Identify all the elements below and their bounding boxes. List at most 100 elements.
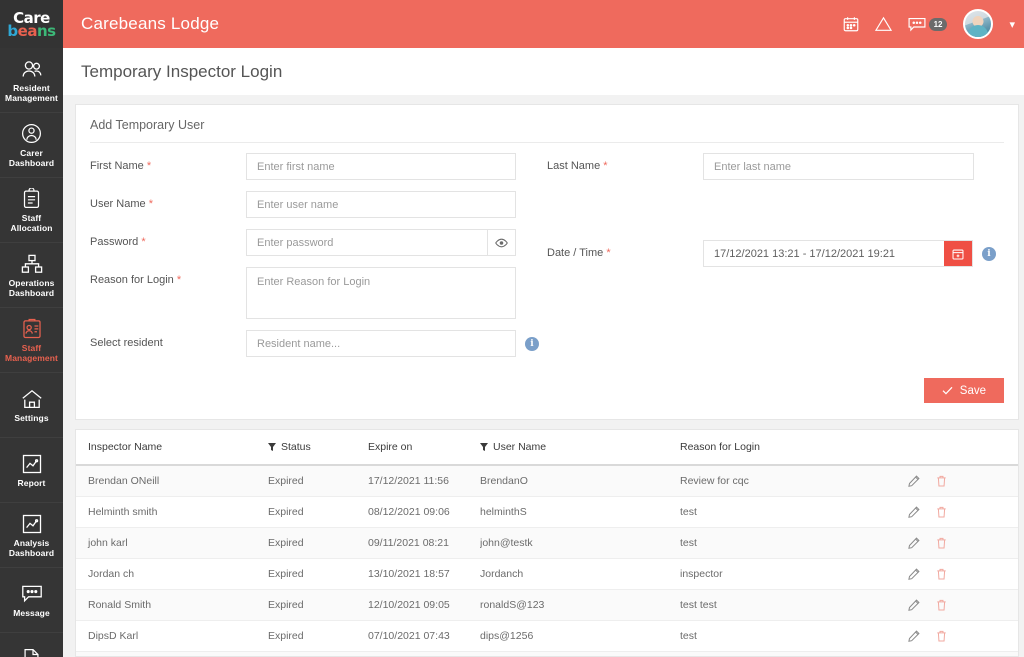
message-icon[interactable] [908, 17, 926, 32]
field-last-name: Last Name * Enter last name [547, 153, 1004, 180]
cell-inspector-name: Jordan ch [76, 558, 268, 590]
info-icon[interactable]: i [982, 246, 996, 261]
date-time-input[interactable]: 17/12/2021 13:21 - 17/12/2021 19:21 [704, 241, 944, 266]
label-text: User Name [90, 198, 146, 210]
sidebar-item-operations-dashboard[interactable]: Operations Dashboard [0, 243, 63, 308]
cell-status: Expired [268, 465, 368, 497]
sidebar-item-staff-management[interactable]: Staff Management [0, 308, 63, 373]
sidebar-item-label: Operations Dashboard [8, 278, 55, 298]
user-name-input[interactable]: Enter user name [246, 191, 516, 218]
column-label: Reason for Login [680, 441, 760, 453]
pencil-icon[interactable] [908, 506, 920, 518]
eye-icon[interactable] [487, 230, 515, 255]
cell-status: Expired [268, 620, 368, 652]
password-input[interactable]: Enter password [247, 230, 487, 255]
table-row: Ronald Smith Expired 12/10/2021 09:05 ronal… [76, 589, 1018, 621]
trash-icon[interactable] [936, 568, 947, 580]
calendar-icon[interactable] [944, 241, 972, 266]
trash-icon[interactable] [936, 630, 947, 642]
required-marker: * [603, 160, 608, 172]
sidebar-item-carer-dashboard[interactable]: Carer Dashboard [0, 113, 63, 178]
chart-icon [22, 452, 42, 475]
sidebar-item-resident-management[interactable]: Resident Management [0, 48, 63, 113]
trash-icon[interactable] [936, 537, 947, 549]
table-row: Brendan ONeill Expired 17/12/2021 11:56 Bre… [76, 465, 1018, 497]
sidebar-item-settings[interactable]: Settings [0, 373, 63, 438]
resident-search-input[interactable]: Resident name... [246, 330, 516, 357]
first-name-input[interactable]: Enter first name [246, 153, 516, 180]
cell-inspector-name: Bob Billingham [76, 651, 268, 656]
pencil-icon[interactable] [908, 475, 920, 487]
table-row: DipsD Karl Expired 07/10/2021 07:43 dips@12… [76, 620, 1018, 652]
cell-user-name: BrendanO [480, 465, 680, 497]
trash-icon[interactable] [936, 475, 947, 487]
document-icon [23, 647, 40, 657]
home-icon [21, 387, 43, 410]
table-row: john karl Expired 09/11/2021 08:21 john@tes… [76, 527, 1018, 559]
field-password: Password * Enter password [90, 229, 547, 256]
cell-status: Expired [268, 527, 368, 559]
cell-actions [908, 558, 1018, 590]
column-label: User Name [493, 441, 547, 453]
col-status[interactable]: Status [268, 430, 368, 466]
avatar[interactable] [963, 9, 994, 39]
col-expire-on[interactable]: Expire on [368, 430, 480, 466]
column-label: Expire on [368, 441, 413, 453]
app-logo[interactable]: Care beans [0, 0, 63, 48]
sidebar: Care beans Resident Management Carer Das… [0, 0, 63, 657]
cell-actions [908, 589, 1018, 621]
spacer-row [547, 191, 1004, 229]
sidebar-item-report[interactable]: Report [0, 438, 63, 503]
pencil-icon[interactable] [908, 568, 920, 580]
date-time-control: 17/12/2021 13:21 - 17/12/2021 19:21 i [703, 240, 1004, 267]
label-text: Reason for Login [90, 274, 174, 286]
date-time-input-group: 17/12/2021 13:21 - 17/12/2021 19:21 [703, 240, 973, 267]
sidebar-item-label: Message [13, 608, 50, 618]
filter-icon[interactable] [480, 442, 488, 452]
pencil-icon[interactable] [908, 599, 920, 611]
sidebar-item-label: Analysis Dashboard [8, 538, 55, 558]
sidebar-item-label: Settings [14, 413, 49, 423]
reason-label: Reason for Login * [90, 267, 246, 286]
pencil-icon[interactable] [908, 630, 920, 642]
sidebar-item-policies[interactable]: Policies [0, 633, 63, 657]
save-button[interactable]: Save [923, 378, 1004, 403]
sidebar-item-analysis-dashboard[interactable]: Analysis Dashboard [0, 503, 63, 568]
logo-line-2: beans [7, 22, 56, 40]
cell-reason: test [680, 496, 908, 528]
cell-reason: test [680, 527, 908, 559]
cell-reason: Resident inspection [680, 651, 908, 656]
last-name-control: Enter last name [703, 153, 1004, 180]
filter-icon[interactable] [268, 442, 276, 452]
calendar-icon[interactable] [843, 16, 859, 32]
first-name-control: Enter first name [246, 153, 547, 180]
reason-textarea[interactable]: Enter Reason for Login [246, 267, 516, 319]
field-select-resident: Select resident Resident name... i [90, 330, 547, 357]
sidebar-item-message[interactable]: Message [0, 568, 63, 633]
col-user-name[interactable]: User Name [480, 430, 680, 466]
info-icon[interactable]: i [525, 336, 539, 351]
required-marker: * [148, 198, 153, 210]
page-title: Temporary Inspector Login [81, 61, 283, 81]
col-inspector-name[interactable]: Inspector Name [76, 430, 268, 466]
add-temporary-user-card: Add Temporary User First Name * Enter fi… [75, 104, 1019, 420]
warning-triangle-icon[interactable] [874, 16, 892, 32]
trash-icon[interactable] [936, 599, 947, 611]
cell-expire-on: 02/10/2021 10:43 [368, 651, 480, 656]
col-reason-for-login[interactable]: Reason for Login [680, 430, 908, 466]
last-name-input[interactable]: Enter last name [703, 153, 974, 180]
pencil-icon[interactable] [908, 537, 920, 549]
field-reason-for-login: Reason for Login * Enter Reason for Logi… [90, 267, 547, 319]
app-root: Care beans Resident Management Carer Das… [0, 0, 1024, 657]
user-name-control: Enter user name [246, 191, 547, 218]
table-header-row: Inspector Name Status Expire on User Nam… [76, 430, 1018, 466]
messages-indicator[interactable]: 12 [908, 17, 948, 32]
trash-icon[interactable] [936, 506, 947, 518]
chevron-down-icon[interactable]: ▾ [1009, 18, 1015, 31]
topbar-icons: 12 ▾ [843, 9, 1015, 39]
sidebar-item-staff-allocation[interactable]: Staff Allocation [0, 178, 63, 243]
analysis-chart-icon [22, 512, 42, 535]
sidebar-item-label: Resident Management [5, 83, 58, 103]
first-name-label: First Name * [90, 153, 246, 172]
temporary-user-form: First Name * Enter first name User Name … [76, 143, 1018, 374]
